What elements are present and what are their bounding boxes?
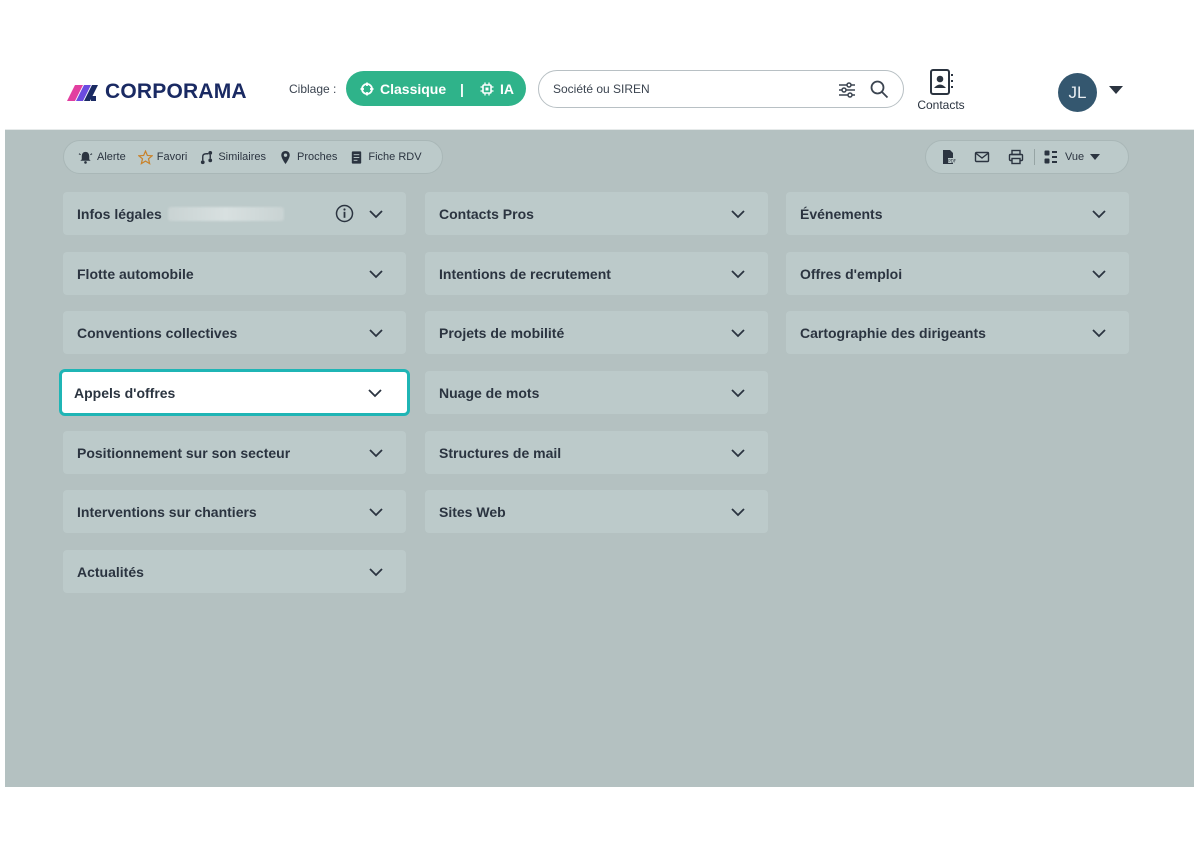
- map-pin-icon: [281, 150, 290, 164]
- export-toolbar: PDF Vue: [925, 140, 1129, 174]
- ciblage-label: Ciblage :: [289, 82, 337, 96]
- section-contacts-pros[interactable]: Contacts Pros: [425, 192, 768, 235]
- section-title: Structures de mail: [439, 444, 562, 461]
- section-conventions-collectives[interactable]: Conventions collectives: [63, 311, 406, 354]
- chevron-down-icon: [369, 449, 383, 458]
- mode-ia-label: IA: [500, 80, 514, 97]
- top-header: CORPORAMA Ciblage : Classique | IA Socié…: [5, 63, 1194, 130]
- chevron-down-icon: [731, 449, 745, 458]
- similaires-label: Similaires: [218, 151, 266, 163]
- filter-sliders-icon[interactable]: [837, 80, 857, 100]
- favori-button[interactable]: Favori: [137, 149, 188, 165]
- bell-icon: [78, 151, 93, 164]
- section-title: Sites Web: [439, 503, 506, 520]
- section-offres-emploi[interactable]: Offres d'emploi: [786, 252, 1129, 295]
- chevron-down-icon: [731, 210, 745, 219]
- section-interventions-chantiers[interactable]: Interventions sur chantiers: [63, 490, 406, 533]
- section-title: Flotte automobile: [77, 265, 194, 282]
- contact-book-icon: [930, 69, 953, 95]
- section-nuage-mots[interactable]: Nuage de mots: [425, 371, 768, 414]
- mode-classique-button[interactable]: Classique: [360, 81, 446, 97]
- alerte-label: Alerte: [97, 151, 126, 163]
- chevron-down-icon: [369, 210, 383, 219]
- section-appels-offres[interactable]: Appels d'offres: [59, 369, 410, 416]
- app-window: CORPORAMA Ciblage : Classique | IA Socié…: [5, 63, 1194, 787]
- branch-icon: [201, 150, 213, 164]
- section-cartographie-dirigeants[interactable]: Cartographie des dirigeants: [786, 311, 1129, 354]
- star-icon: [137, 149, 153, 165]
- search-icon[interactable]: [869, 79, 889, 99]
- section-structures-mail[interactable]: Structures de mail: [425, 431, 768, 474]
- similaires-button[interactable]: Similaires: [199, 150, 266, 165]
- user-avatar[interactable]: JL: [1058, 73, 1097, 112]
- view-menu-button[interactable]: Vue: [1043, 149, 1101, 165]
- chevron-down-icon: [369, 568, 383, 577]
- chevron-down-icon: [369, 329, 383, 338]
- mail-icon[interactable]: [974, 149, 990, 165]
- layout-icon: [1044, 150, 1057, 164]
- section-actualites[interactable]: Actualités: [63, 550, 406, 593]
- company-search-input[interactable]: [553, 80, 823, 98]
- mode-separator: |: [460, 80, 464, 97]
- section-sites-web[interactable]: Sites Web: [425, 490, 768, 533]
- proches-label: Proches: [297, 151, 338, 163]
- section-title: Actualités: [77, 563, 144, 580]
- section-title: Appels d'offres: [74, 384, 176, 401]
- chevron-down-icon: [731, 329, 745, 338]
- printer-icon[interactable]: [1008, 149, 1024, 165]
- svg-text:PDF: PDF: [948, 158, 956, 163]
- document-icon: [352, 150, 362, 164]
- caret-down-icon[interactable]: [1108, 85, 1124, 95]
- fiche-rdv-button[interactable]: Fiche RDV: [349, 150, 422, 165]
- brand-name: CORPORAMA: [105, 80, 247, 103]
- section-projets-mobilite[interactable]: Projets de mobilité: [425, 311, 768, 354]
- pdf-icon[interactable]: PDF: [940, 149, 956, 165]
- section-title: Nuage de mots: [439, 384, 540, 401]
- fiche-rdv-label: Fiche RDV: [368, 151, 422, 163]
- logo-mark-icon: [67, 85, 98, 101]
- section-title: Positionnement sur son secteur: [77, 444, 291, 461]
- section-title: Intentions de recrutement: [439, 265, 611, 282]
- chip-icon: [480, 82, 494, 95]
- caret-down-icon: [1090, 154, 1101, 160]
- chevron-down-icon: [368, 389, 382, 398]
- redacted-value: [167, 206, 284, 221]
- toolbar-divider: [1034, 149, 1035, 165]
- alerte-button[interactable]: Alerte: [78, 150, 126, 165]
- section-flotte-automobile[interactable]: Flotte automobile: [63, 252, 406, 295]
- chevron-down-icon: [369, 270, 383, 279]
- chevron-down-icon: [731, 270, 745, 279]
- view-label: Vue: [1065, 151, 1085, 163]
- info-icon[interactable]: [335, 204, 354, 223]
- section-title: Contacts Pros: [439, 205, 534, 222]
- section-title: Infos légales: [77, 205, 162, 222]
- section-positionnement-secteur[interactable]: Positionnement sur son secteur: [63, 431, 406, 474]
- mode-ia-button[interactable]: IA: [480, 81, 514, 97]
- ciblage-mode-toggle[interactable]: Classique | IA: [346, 71, 526, 106]
- chevron-down-icon: [731, 508, 745, 517]
- chevron-down-icon: [731, 389, 745, 398]
- company-search-box: [538, 70, 904, 108]
- section-infos-legales[interactable]: Infos légales: [63, 192, 406, 235]
- section-title: Offres d'emploi: [800, 265, 903, 282]
- chevron-down-icon: [1092, 270, 1106, 279]
- section-title: Événements: [800, 205, 883, 222]
- section-evenements[interactable]: Événements: [786, 192, 1129, 235]
- section-title: Conventions collectives: [77, 324, 238, 341]
- crosshair-icon: [360, 82, 374, 95]
- contacts-label: Contacts: [917, 98, 965, 112]
- section-title: Cartographie des dirigeants: [800, 324, 986, 341]
- proches-button[interactable]: Proches: [278, 150, 337, 165]
- company-actions-toolbar: Alerte Favori Similaires Proches Fiche R…: [63, 140, 443, 174]
- section-title: Projets de mobilité: [439, 324, 565, 341]
- section-title: Interventions sur chantiers: [77, 503, 257, 520]
- chevron-down-icon: [1092, 329, 1106, 338]
- chevron-down-icon: [1092, 210, 1106, 219]
- contacts-button[interactable]: Contacts: [910, 68, 972, 118]
- section-intentions-recrutement[interactable]: Intentions de recrutement: [425, 252, 768, 295]
- mode-classique-label: Classique: [380, 80, 447, 97]
- corporama-logo[interactable]: CORPORAMA: [67, 77, 247, 107]
- chevron-down-icon: [369, 508, 383, 517]
- favori-label: Favori: [156, 151, 188, 163]
